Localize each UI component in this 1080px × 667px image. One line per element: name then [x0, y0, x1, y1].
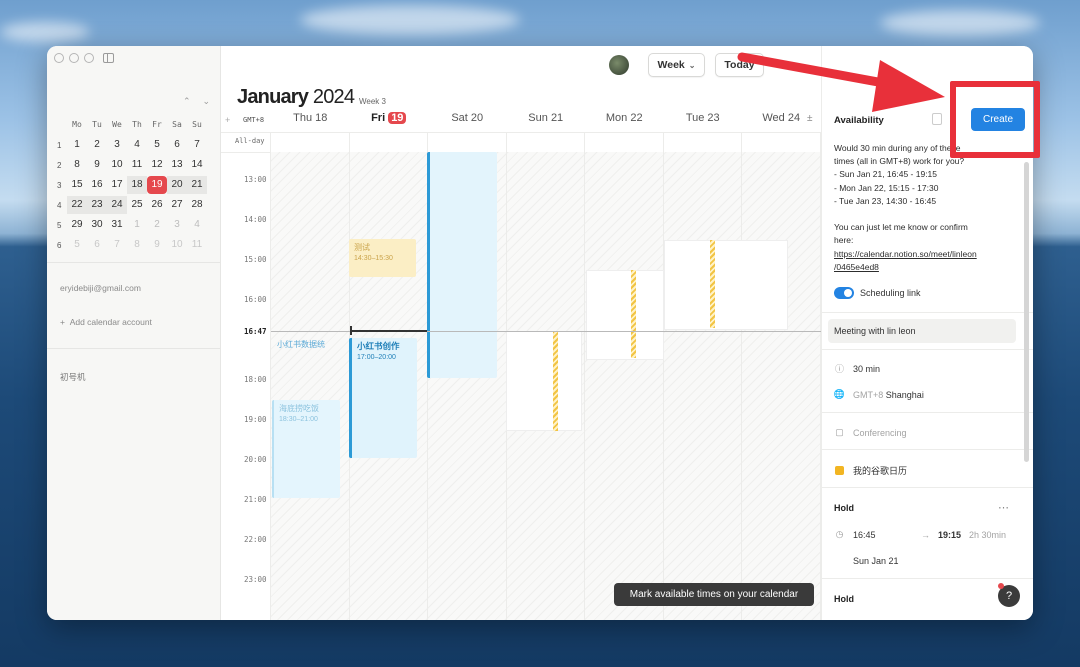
annotation-highlight-box — [950, 81, 1040, 158]
annotation-arrow — [737, 52, 945, 112]
